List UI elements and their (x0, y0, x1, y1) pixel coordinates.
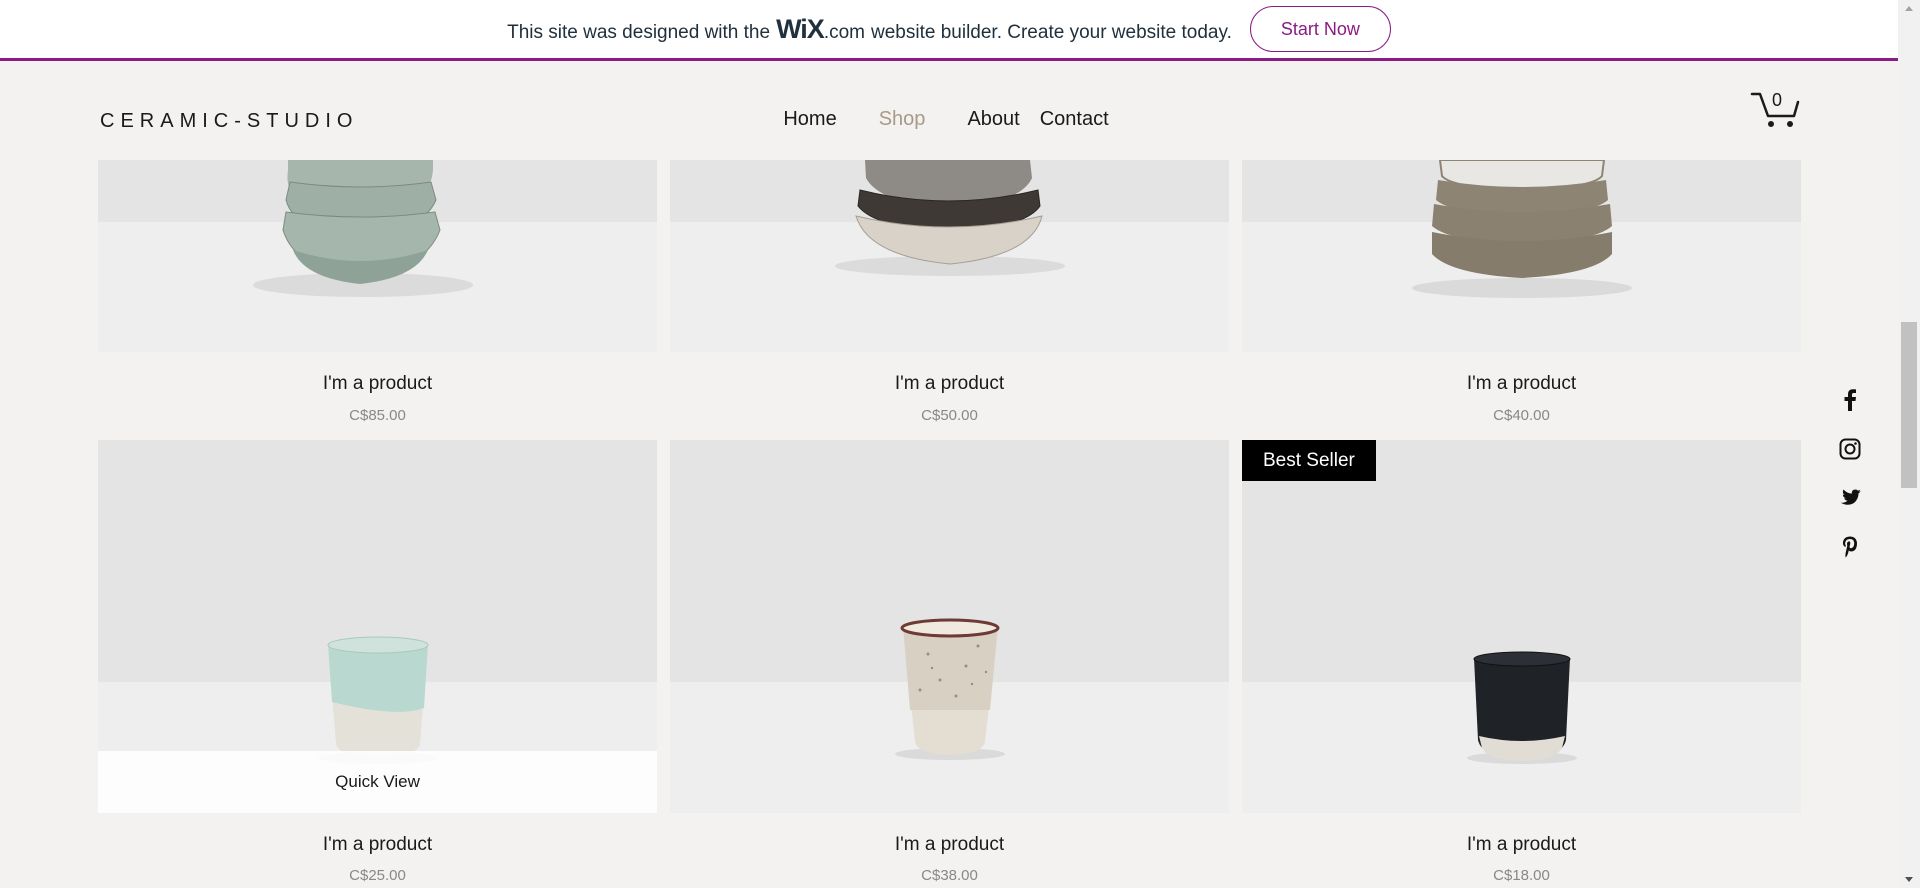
banner-text-before: This site was designed with the (507, 21, 771, 43)
product-price: C$85.00 (349, 407, 406, 424)
product-name[interactable]: I'm a product (98, 373, 657, 395)
product-image[interactable]: Quick View (98, 440, 657, 813)
nav-contact[interactable]: Contact (1030, 108, 1130, 131)
product-image[interactable] (1242, 160, 1801, 352)
start-now-button[interactable]: Start Now (1249, 6, 1391, 52)
product-name[interactable]: I'm a product (98, 834, 657, 856)
wix-logo: WiX.com (776, 14, 865, 45)
scroll-down-arrow[interactable] (1898, 871, 1920, 888)
pinterest-icon[interactable] (1838, 535, 1862, 559)
product-image[interactable] (670, 160, 1229, 352)
product-price: C$25.00 (349, 867, 406, 884)
banner-text: This site was designed with the WiX.com … (507, 14, 1232, 45)
product-price: C$50.00 (921, 407, 978, 424)
product-image[interactable]: Best Seller (1242, 440, 1801, 813)
twitter-icon[interactable] (1838, 486, 1862, 510)
instagram-icon[interactable] (1838, 437, 1862, 461)
nav-about[interactable]: About (946, 108, 1029, 131)
scroll-thumb[interactable] (1901, 322, 1917, 488)
wix-banner: This site was designed with the WiX.com … (0, 0, 1898, 61)
product-name[interactable]: I'm a product (670, 373, 1229, 395)
nav-home[interactable]: Home (762, 108, 857, 131)
page-scrollbar[interactable] (1898, 0, 1920, 888)
product-name[interactable]: I'm a product (1242, 834, 1801, 856)
cart-button[interactable]: 0 (1750, 88, 1800, 130)
product-image[interactable] (670, 440, 1229, 813)
scroll-up-arrow[interactable] (1898, 0, 1920, 17)
best-seller-ribbon: Best Seller (1242, 440, 1376, 481)
quick-view-button[interactable]: Quick View (98, 751, 657, 813)
product-name[interactable]: I'm a product (670, 834, 1229, 856)
nav-shop[interactable]: Shop (858, 108, 947, 131)
main-nav: Home Shop About Contact (0, 108, 1898, 131)
banner-text-after: website builder. Create your website tod… (871, 21, 1232, 43)
product-name[interactable]: I'm a product (1242, 373, 1801, 395)
site-header: CERAMIC-STUDIO Home Shop About Contact 0 (0, 64, 1898, 160)
social-bar (1838, 388, 1862, 584)
product-gallery: I'm a product C$85.00 I'm a product C$50… (98, 160, 1802, 888)
wix-logo-suffix: .com (823, 21, 866, 43)
product-image[interactable] (98, 160, 657, 352)
product-price: C$40.00 (1493, 407, 1550, 424)
product-price: C$18.00 (1493, 867, 1550, 884)
page: This site was designed with the WiX.com … (0, 0, 1920, 888)
cart-count: 0 (1772, 90, 1783, 110)
facebook-icon[interactable] (1838, 388, 1862, 412)
wix-logo-main: WiX (776, 13, 825, 44)
product-price: C$38.00 (921, 867, 978, 884)
